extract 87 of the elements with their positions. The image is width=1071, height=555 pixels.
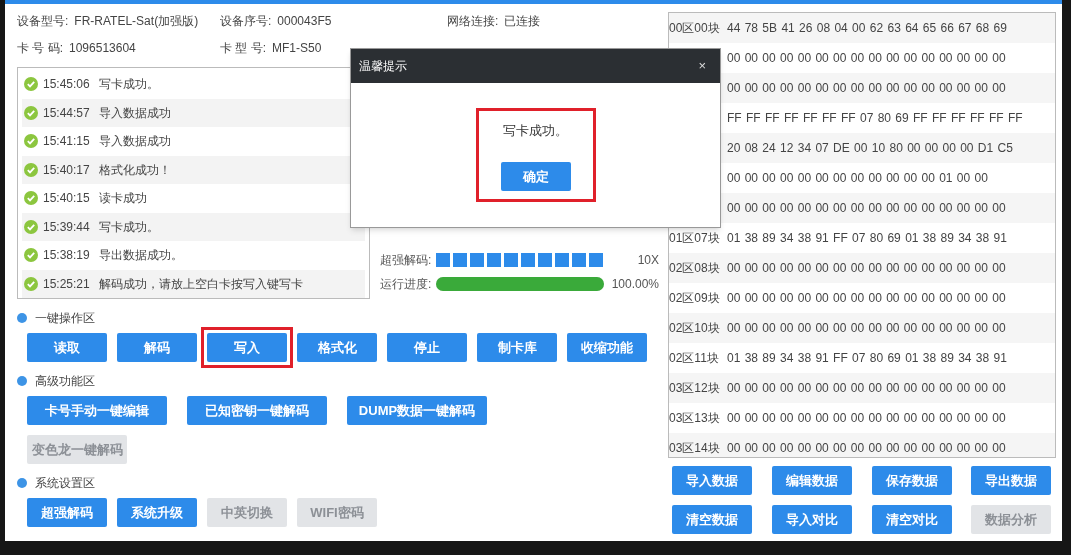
confirm-button[interactable]: 确定	[500, 162, 571, 191]
log-message: 导入数据成功	[98, 133, 171, 151]
action-button[interactable]: DUMP数据一键解码	[347, 396, 487, 425]
section-title: 高级功能区	[35, 373, 95, 390]
progress-label: 运行进度:	[380, 276, 433, 293]
info-label: 设备序号:	[220, 13, 272, 30]
action-button[interactable]: 保存数据	[871, 466, 952, 495]
hex-bytes: 00 00 00 00 00 00 00 00 00 00 00 00 00 00 00 00	[727, 290, 1006, 307]
dialog-message: 写卡成功。	[503, 122, 568, 140]
action-button[interactable]: 系统升级	[117, 498, 197, 527]
log-time: 15:39:44	[43, 218, 90, 236]
bullet-icon	[17, 313, 27, 323]
action-button[interactable]: 卡号手动一键编辑	[27, 396, 167, 425]
info-value: MF1-S50	[272, 40, 322, 57]
progress-reading: 100.00%	[610, 276, 660, 293]
hex-bytes: 00 00 00 00 00 00 00 00 00 00 00 00 00 00 00 00	[727, 260, 1006, 277]
block-label: 03区14块	[669, 441, 720, 455]
action-button[interactable]: 超强解码	[27, 498, 107, 527]
hex-bytes: FF FF FF FF FF FF FF 07 80 69 FF FF FF FF FF FF	[727, 110, 1023, 127]
action-button[interactable]: 清空数据	[672, 505, 752, 534]
action-button[interactable]: 导出数据	[971, 466, 1052, 495]
log-message: 解码成功，请放上空白卡按写入键写卡	[98, 275, 303, 293]
info-label: 卡 型 号:	[220, 40, 266, 57]
hex-bytes: 00 00 00 00 00 00 00 00 00 00 00 00 00 00 00 00	[727, 50, 1006, 67]
hex-bytes: 00 00 00 00 00 00 00 00 00 00 00 00 00 00 00 00	[727, 200, 1006, 217]
bullet-icon	[17, 376, 27, 386]
log-message: 导出数据成功。	[98, 247, 183, 265]
log-message: 读卡成功	[98, 190, 147, 208]
hex-bytes: 01 38 89 34 38 91 FF 07 80 69 01 38 89 34 38 91	[727, 230, 1007, 247]
section-title: 系统设置区	[35, 475, 95, 492]
action-button[interactable]: 编辑数据	[771, 466, 852, 495]
hex-bytes: 20 08 24 12 34 07 DE 00 10 80 00 00 00 00 D1 C5	[727, 140, 1013, 157]
action-button[interactable]: 格式化	[297, 333, 377, 362]
hex-bytes: 44 78 5B 41 26 08 04 00 62 63 64 65 66 67 68 69	[727, 20, 1007, 37]
action-button[interactable]: 写入	[207, 333, 287, 362]
block-label: 02区11块	[669, 351, 719, 365]
block-label: 00区00块	[669, 21, 720, 35]
action-button[interactable]: 解码	[117, 333, 197, 362]
log-time: 15:44:57	[43, 104, 90, 122]
block-label: 02区09块	[669, 291, 720, 305]
action-button[interactable]: 停止	[387, 333, 467, 362]
progress-label: 超强解码:	[380, 252, 433, 269]
hex-bytes: 00 00 00 00 00 00 00 00 00 00 00 00 00 00 00 00	[727, 380, 1006, 397]
action-button[interactable]: 导入数据	[672, 466, 752, 495]
log-message: 写卡成功。	[98, 218, 159, 236]
block-label: 01区07块	[669, 231, 720, 245]
check-icon	[24, 134, 38, 149]
log-time: 15:38:19	[43, 247, 90, 265]
log-time: 15:40:15	[43, 190, 90, 208]
log-message: 写卡成功。	[98, 76, 159, 94]
info-value: 1096513604	[69, 40, 136, 57]
action-button[interactable]: 导入对比	[771, 505, 852, 534]
close-button[interactable]: ×	[692, 56, 712, 76]
bullet-icon	[17, 478, 27, 488]
log-time: 15:45:06	[43, 76, 90, 94]
log-time: 15:41:15	[43, 133, 90, 151]
log-message: 格式化成功！	[98, 161, 171, 179]
info-label: 网络连接:	[447, 13, 499, 30]
hex-bytes: 00 00 00 00 00 00 00 00 00 00 00 00 00 00 00 00	[727, 320, 1006, 337]
hex-bytes: 00 00 00 00 00 00 00 00 00 00 00 00 00 00 00 00	[727, 80, 1006, 97]
info-label: 卡 号 码:	[17, 40, 63, 57]
info-value: 已连接	[504, 13, 541, 30]
block-label: 03区13块	[669, 411, 720, 425]
log-time: 15:25:21	[43, 275, 90, 293]
log-message: 导入数据成功	[98, 104, 171, 122]
info-value: FR-RATEL-Sat(加强版)	[74, 13, 199, 30]
hex-bytes: 00 00 00 00 00 00 00 00 00 00 00 00 01 00 00	[727, 170, 988, 187]
section-title: 一键操作区	[35, 310, 95, 327]
info-label: 设备型号:	[17, 13, 69, 30]
log-time: 15:40:17	[43, 161, 90, 179]
action-button[interactable]: 读取	[27, 333, 107, 362]
action-button[interactable]: 收缩功能	[567, 333, 647, 362]
info-value: 000043F5	[277, 13, 332, 30]
check-icon	[24, 248, 38, 263]
check-icon	[24, 77, 38, 92]
hex-bytes: 00 00 00 00 00 00 00 00 00 00 00 00 00 00 00 00	[727, 440, 1006, 457]
block-label: 03区12块	[669, 381, 720, 395]
action-button[interactable]: 已知密钥一键解码	[187, 396, 327, 425]
action-button[interactable]: 制卡库	[477, 333, 557, 362]
hex-bytes: 00 00 00 00 00 00 00 00 00 00 00 00 00 00 00 00	[727, 410, 1006, 427]
hex-bytes: 01 38 89 34 38 91 FF 07 80 69 01 38 89 34 38 91	[727, 350, 1007, 367]
block-label: 02区10块	[669, 321, 720, 335]
dialog-title: 温馨提示	[359, 58, 407, 75]
block-label: 02区08块	[669, 261, 720, 275]
check-icon	[24, 191, 38, 206]
action-button[interactable]: 清空对比	[871, 505, 952, 534]
progress-reading: 10X	[636, 252, 660, 269]
